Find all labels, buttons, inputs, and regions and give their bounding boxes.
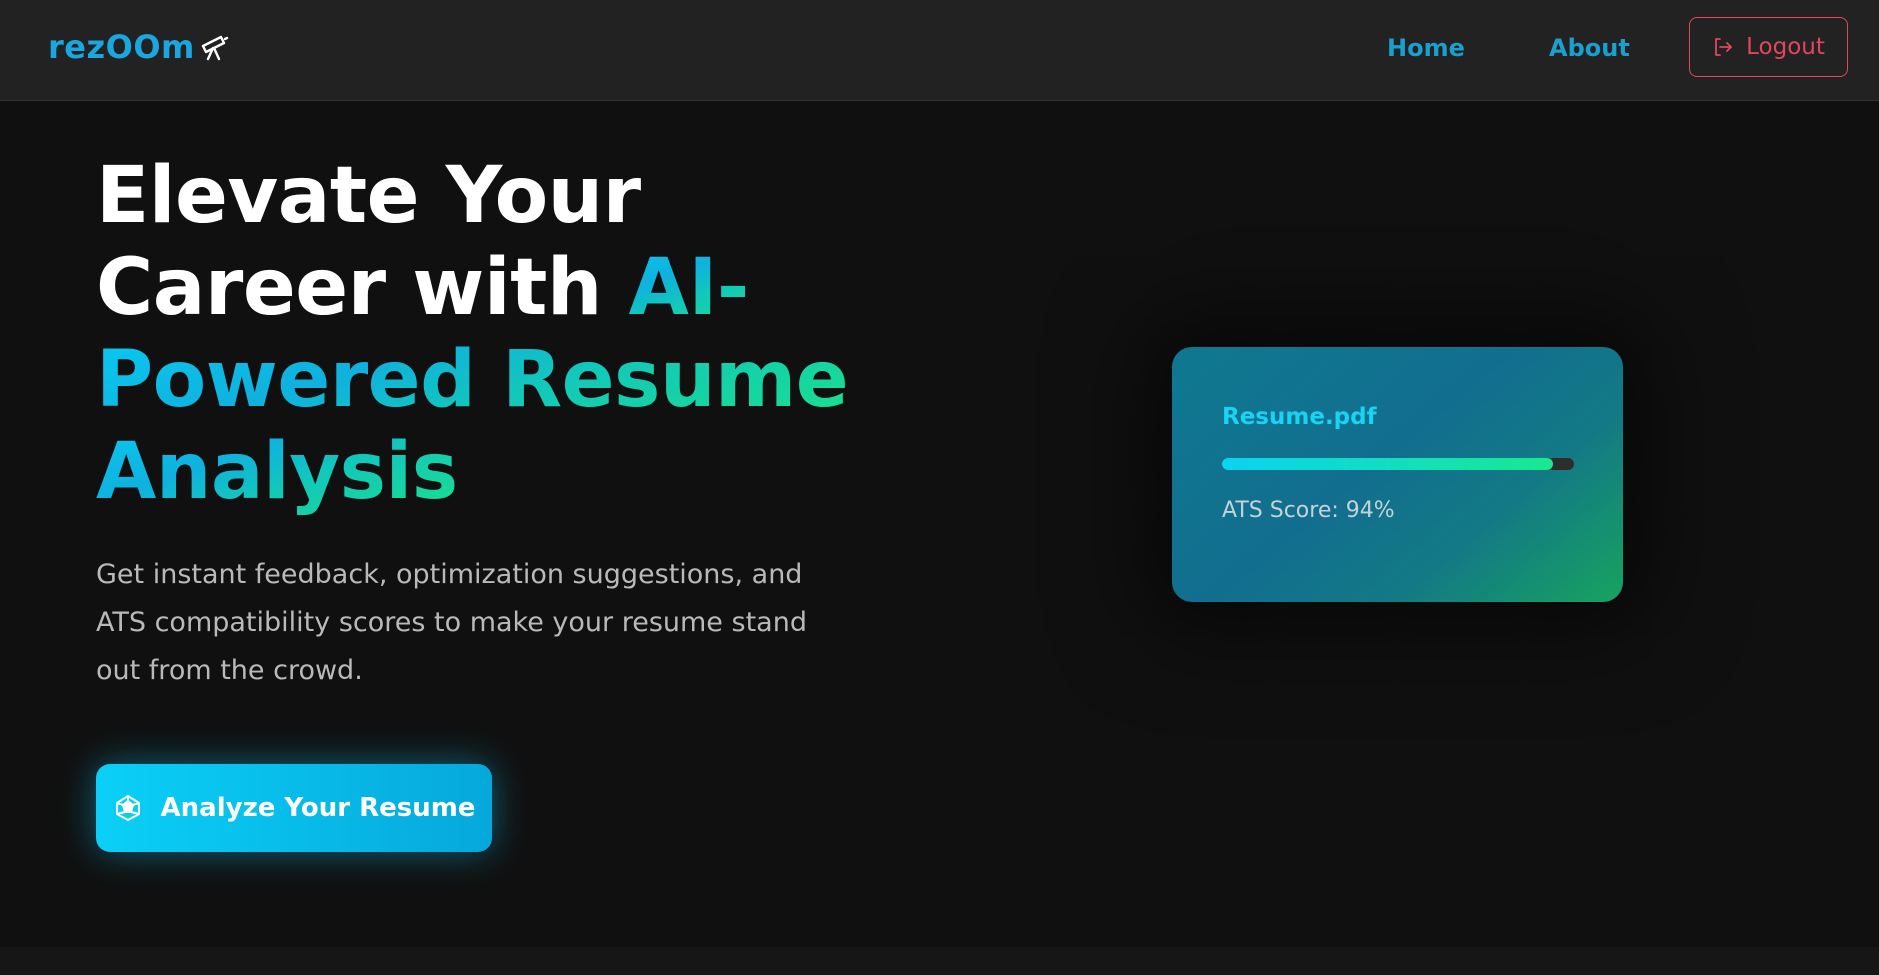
ats-progress-fill [1222, 458, 1553, 470]
telescope-icon [201, 35, 229, 61]
ats-score-text: ATS Score: 94% [1222, 498, 1395, 523]
nav-link-home[interactable]: Home [1387, 34, 1465, 62]
brand-logo[interactable]: rezOOm [48, 28, 229, 66]
sparkle-icon [115, 795, 140, 821]
analyze-resume-button[interactable]: Analyze Your Resume [96, 764, 492, 852]
hero-description: Get instant feedback, optimization sugge… [96, 559, 807, 686]
top-navbar: rezOOm Home About Logout [0, 0, 1879, 101]
headline-line-2: Career with [96, 243, 629, 333]
logout-label: Logout [1746, 34, 1825, 60]
hero-headline: Elevate Your Career with AI- Powered Res… [96, 150, 856, 518]
logout-icon [1715, 38, 1733, 56]
footer-strip [0, 947, 1879, 975]
resume-file-name: Resume.pdf [1222, 404, 1377, 430]
logout-button[interactable]: Logout [1689, 17, 1848, 77]
ats-progress-bar [1222, 458, 1574, 470]
headline-line-1: Elevate Your [96, 151, 641, 241]
headline-line-4: Analysis [96, 427, 458, 517]
analyze-resume-label: Analyze Your Resume [160, 793, 476, 823]
nav-link-about[interactable]: About [1549, 34, 1630, 62]
headline-line-3: Powered Resume [96, 335, 849, 425]
resume-preview-card: Resume.pdf ATS Score: 94% [1172, 347, 1623, 602]
brand-name: rezOOm [48, 28, 195, 66]
headline-accent-ai: AI- [628, 243, 750, 333]
